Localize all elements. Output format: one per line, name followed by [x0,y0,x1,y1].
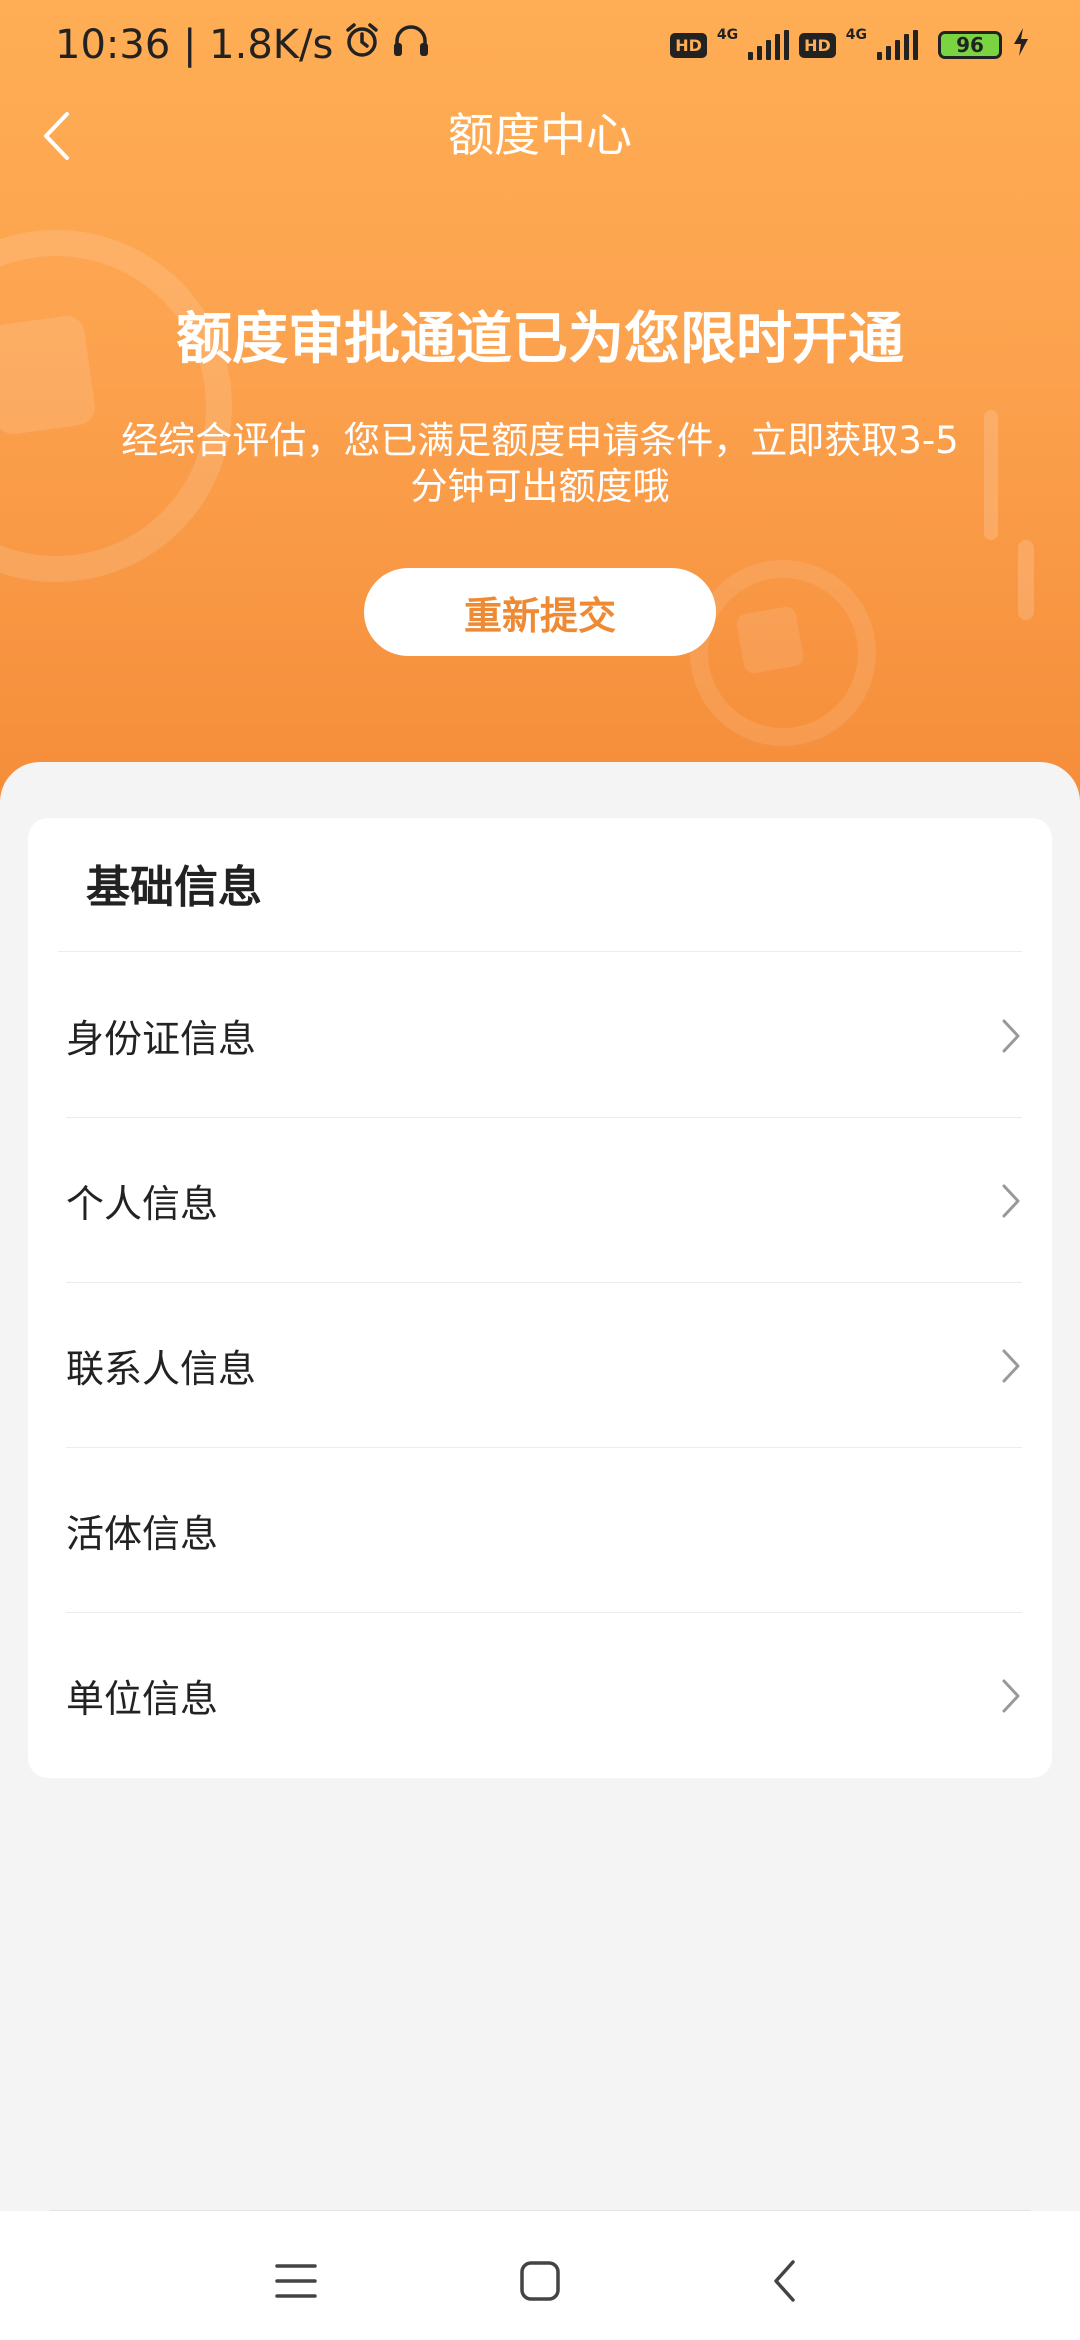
network-type: 4G [845,26,867,43]
status-bar: 10:36 | 1.8K/s HD 4G HD 4G 96 [0,0,1080,90]
system-nav-bar [0,2211,1080,2340]
hd-badge: HD [799,32,836,58]
status-right: HD 4G HD 4G 96 [670,27,1030,64]
battery-level: 96 [956,33,984,57]
chevron-right-icon [1000,1678,1022,1714]
hd-badge: HD [670,32,707,58]
signal-icon [748,30,790,60]
headphones-icon [391,21,431,69]
row-personal-info[interactable]: 个人信息 [66,1118,1022,1283]
basic-info-card: 基础信息 身份证信息 个人信息 联系人信息 活体信息 单位信息 [28,818,1052,1778]
status-time-speed: 10:36 | 1.8K/s [55,22,334,68]
row-id-card-info[interactable]: 身份证信息 [66,953,1022,1118]
row-contact-info[interactable]: 联系人信息 [66,1283,1022,1448]
network-type: 4G [716,26,739,43]
row-label: 身份证信息 [66,1017,257,1061]
row-liveness-info[interactable]: 活体信息 [66,1448,1022,1613]
status-left: 10:36 | 1.8K/s [55,21,431,69]
signal-icon [877,30,918,60]
page-title: 额度中心 [448,108,632,162]
hero-subtitle: 经综合评估，您已满足额度申请条件，立即获取3-5分钟可出额度哦 [121,419,959,508]
chevron-right-icon [1000,1183,1022,1219]
chevron-right-icon [1000,1348,1022,1384]
row-label: 个人信息 [66,1182,219,1226]
bolt-icon [1012,27,1030,64]
hero-headline: 额度审批通道已为您限时开通 [176,307,904,372]
row-label: 活体信息 [66,1512,219,1556]
decor-bar [984,410,998,540]
card-title: 基础信息 [86,862,262,913]
menu-icon[interactable] [266,2251,326,2311]
row-label: 联系人信息 [66,1347,257,1391]
back-triangle-icon[interactable] [754,2251,814,2311]
decor-bar [1018,540,1034,620]
decor-square [735,605,805,675]
row-employer-info[interactable]: 单位信息 [66,1613,1022,1778]
resubmit-button[interactable]: 重新提交 [364,568,716,656]
row-label: 单位信息 [66,1677,219,1721]
battery-icon: 96 [938,31,1002,59]
home-square-icon[interactable] [510,2251,570,2311]
divider [58,951,1022,952]
chevron-right-icon [1000,1018,1022,1054]
alarm-icon [343,21,381,69]
